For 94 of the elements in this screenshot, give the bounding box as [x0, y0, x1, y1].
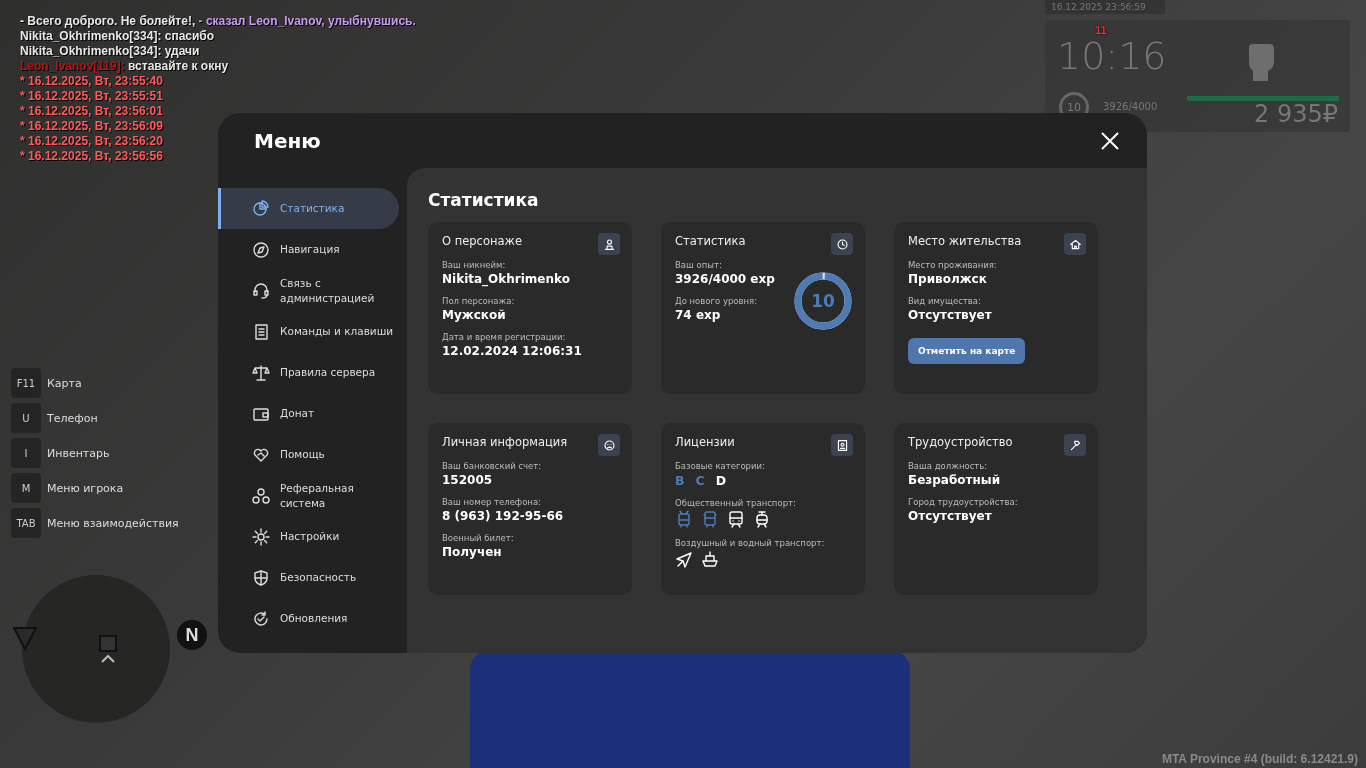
card-title: Статистика [675, 234, 746, 248]
field-label: Ваш никнейм: [442, 260, 506, 270]
sidebar-item[interactable]: Навигация [218, 229, 399, 270]
field-label: Ваш опыт: [675, 260, 722, 270]
money-amount: 2 935₽ [1254, 100, 1338, 128]
close-button[interactable] [1099, 129, 1121, 152]
license-category: D [715, 473, 727, 488]
refresh-check-icon [252, 609, 270, 628]
field-label: Вид имущества: [908, 296, 981, 306]
keybind-label: Карта [47, 376, 82, 390]
headset-icon [252, 281, 270, 300]
person-icon [598, 233, 620, 255]
face-icon [598, 434, 620, 456]
id-card-icon [831, 434, 853, 456]
key-cap: M [11, 473, 41, 503]
key-cap: U [11, 403, 41, 433]
house-icon [1064, 233, 1086, 255]
clock-icon [831, 233, 853, 255]
north-marker: N [177, 620, 207, 650]
sidebar-item[interactable]: Связь с администрацией [218, 270, 399, 311]
keybind-label: Инвентарь [47, 446, 110, 460]
sidebar-item[interactable]: Статистика [218, 188, 399, 229]
field-label: Базовые категории: [675, 461, 765, 471]
sidebar-item[interactable]: Обновления [218, 598, 399, 639]
field-label: До нового уровня: [675, 296, 758, 306]
chat-message: - Всего доброго. Не болейте!, - сказал Leon_Ivanov, улыбнувшись. [20, 14, 416, 29]
field-value: Отсутствует [908, 509, 992, 523]
field-value: Приволжск [908, 272, 987, 286]
menu-title: Меню [254, 128, 321, 153]
experience-text: 3926/4000 [1103, 101, 1158, 112]
document-icon [252, 322, 270, 341]
pie-chart-icon [252, 199, 270, 218]
field-value: Отсутствует [908, 308, 992, 322]
sidebar-item[interactable]: Донат [218, 393, 399, 434]
field-label: Дата и время регистрации: [442, 332, 566, 342]
chat-message: Leon_Ivanov[119]: вставайте к окну [20, 59, 229, 74]
date-time: 16.12.2025 23:56:59 [1045, 0, 1165, 14]
card-title: Личная информация [442, 435, 568, 449]
sidebar-item[interactable]: Правила сервера [218, 352, 399, 393]
field-value: 152005 [442, 473, 493, 487]
license-category: C [695, 473, 705, 488]
field-value: Nikita_Okhrimenko [442, 272, 570, 286]
key-cap: I [11, 438, 41, 468]
field-label: Город трудоустройства: [908, 497, 1018, 507]
level-number: 10 [810, 290, 836, 312]
chat-message: Nikita_Okhrimenko[334]: спасибо [20, 29, 215, 44]
shield-icon [252, 568, 270, 587]
card-title: О персонаже [442, 234, 522, 248]
chat-message: Nikita_Okhrimenko[334]: удачи [20, 44, 200, 59]
field-label: Ваш банковский счет: [442, 461, 542, 471]
game-clock: 10:16 [1057, 34, 1167, 78]
card-title: Место жительства [908, 234, 1022, 248]
chat-message: * 16.12.2025, Вт, 23:56:20 [20, 134, 163, 149]
field-value: Получен [442, 545, 502, 559]
field-value: 74 exp [675, 308, 721, 322]
sidebar-item[interactable]: Команды и клавиши [218, 311, 399, 352]
scales-icon [252, 363, 270, 382]
field-value: 3926/4000 exp [675, 272, 775, 286]
field-value: 8 (963) 192-95-66 [442, 509, 564, 523]
field-label: Ваша должность: [908, 461, 988, 471]
triangle-marker-icon [12, 625, 38, 651]
wanted-level: 11 [1095, 24, 1107, 36]
field-label: Место проживания: [908, 260, 997, 270]
card-title: Лицензии [675, 435, 735, 449]
field-label: Военный билет: [442, 533, 514, 543]
keybind-label: Телефон [47, 411, 98, 425]
build-version: MTA Province #4 (build: 6.12421.9) [1161, 752, 1358, 766]
field-label: Пол персонажа: [442, 296, 515, 306]
field-value: 12.02.2024 12:06:31 [442, 344, 582, 358]
level-ring [794, 272, 852, 330]
chat-message: * 16.12.2025, Вт, 23:56:56 [20, 149, 163, 164]
network-icon [252, 486, 270, 505]
field-label: Общественный транспорт: [675, 498, 796, 508]
chat-message: * 16.12.2025, Вт, 23:55:51 [20, 89, 163, 104]
chat-message: * 16.12.2025, Вт, 23:55:40 [20, 74, 163, 89]
sidebar-item[interactable]: Безопасность [218, 557, 399, 598]
field-label: Ваш номер телефона: [442, 497, 541, 507]
keybind-label: Меню взаимодействия [47, 516, 179, 530]
mark-on-map-button[interactable]: Отметить на карте [908, 338, 1026, 364]
key-cap: TAB [11, 508, 41, 538]
license-category: B [675, 473, 685, 488]
section-title: Статистика [428, 190, 540, 210]
card-title: Трудоустройство [908, 435, 1013, 449]
key-cap: F11 [11, 368, 41, 398]
chat-message: * 16.12.2025, Вт, 23:56:09 [20, 119, 163, 134]
field-label: Воздушный и водный транспорт: [675, 538, 825, 548]
chat-message: * 16.12.2025, Вт, 23:56:01 [20, 104, 163, 119]
keybind-label: Меню игрока [47, 481, 124, 495]
sidebar-item[interactable]: Настройки [218, 516, 399, 557]
sidebar-item[interactable]: Помощь [218, 434, 399, 475]
field-value: Мужской [442, 308, 506, 322]
sidebar-item[interactable]: Реферальная система [218, 475, 399, 516]
compass-icon [252, 240, 270, 259]
field-value: Безработный [908, 473, 1001, 487]
